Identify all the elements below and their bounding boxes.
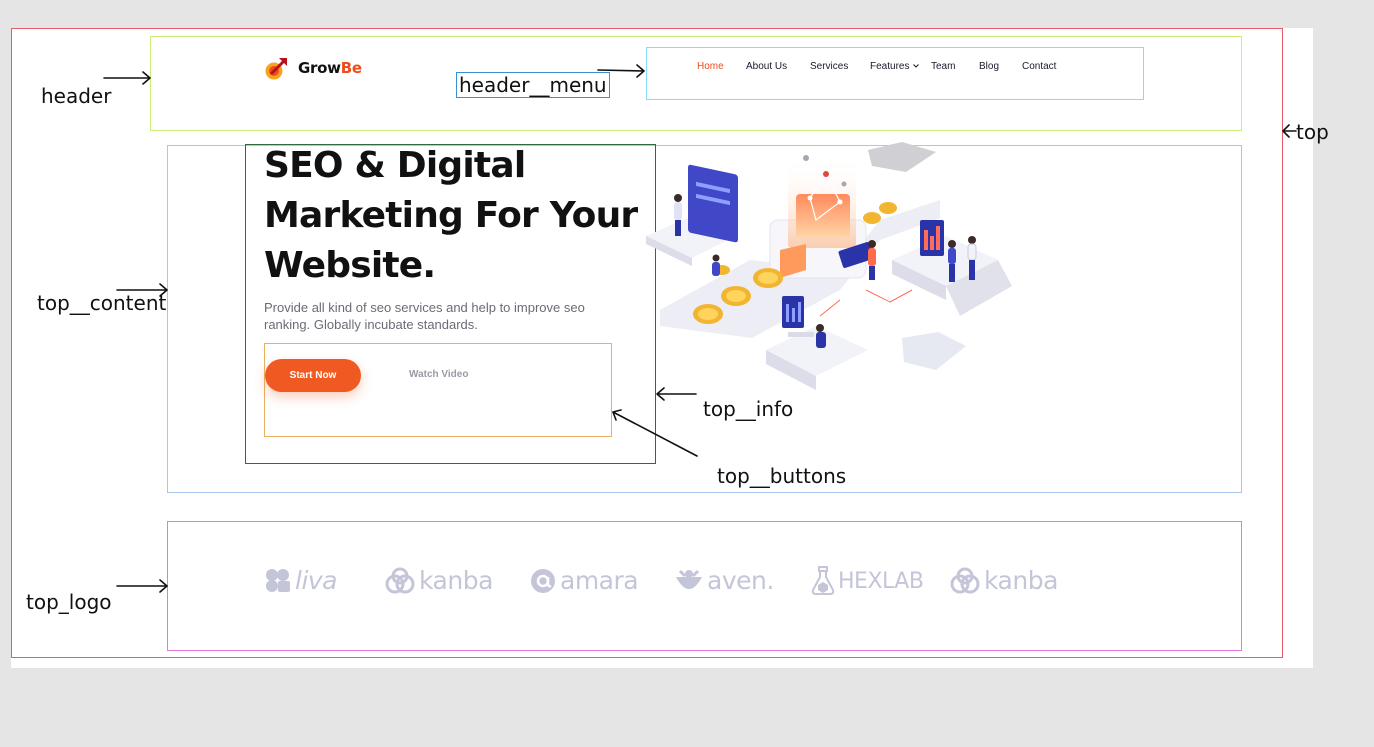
annotation-top-info: top__info <box>703 397 794 421</box>
annotation-header-menu: header__menu <box>456 72 610 98</box>
annotation-top-logo: top_logo <box>26 590 112 614</box>
annotation-header: header <box>41 84 112 108</box>
annotation-top-buttons: top__buttons <box>717 464 847 488</box>
annotation-top: top <box>1296 120 1329 144</box>
annotation-top-content: top__content <box>37 291 167 315</box>
annotation-arrows <box>103 64 1297 593</box>
